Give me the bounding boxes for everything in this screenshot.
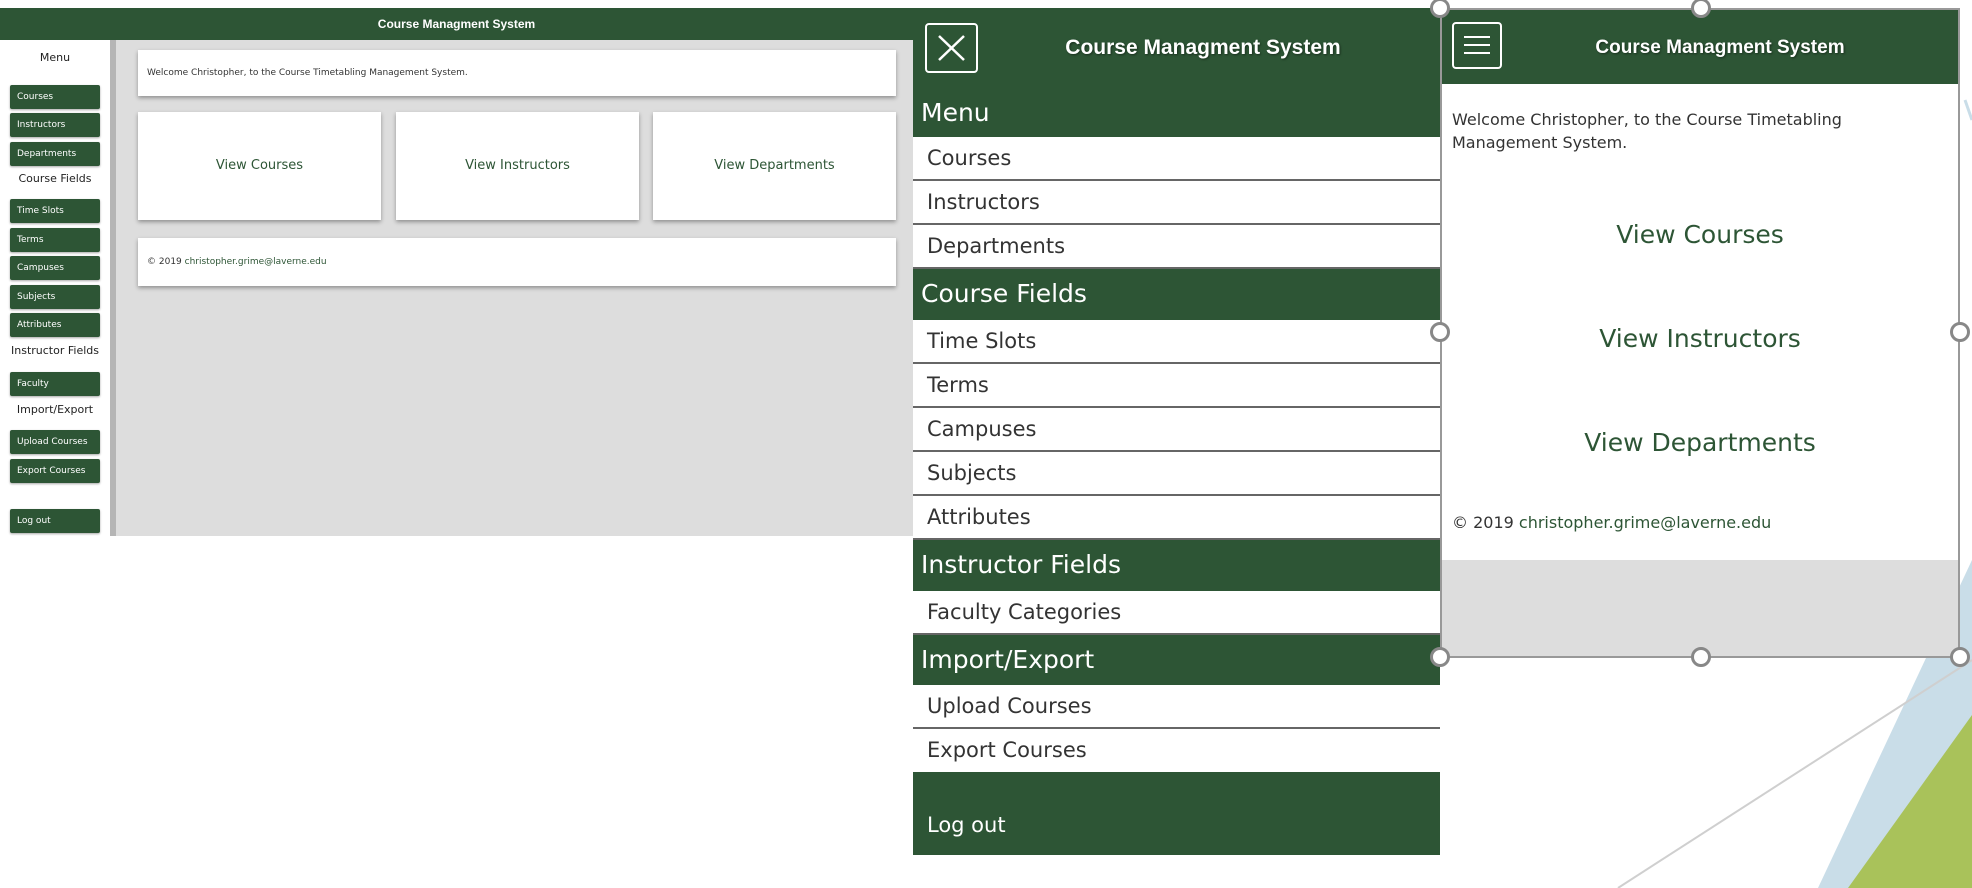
import-export-heading: Import/Export bbox=[921, 645, 1095, 674]
sidebar-item-subjects[interactable]: Subjects bbox=[10, 285, 100, 309]
sidebar-instructor-fields-heading: Instructor Fields bbox=[11, 344, 99, 357]
mobile-view-courses-link[interactable]: View Courses bbox=[1442, 220, 1958, 249]
menu-item-campuses[interactable]: Campuses bbox=[913, 408, 1440, 452]
resize-handle-middle-right[interactable] bbox=[1950, 322, 1970, 342]
desktop-view: Course Managment System Menu Courses Ins… bbox=[0, 8, 913, 536]
menu-item-departments[interactable]: Departments bbox=[913, 225, 1440, 269]
resize-handle-bottom-right[interactable] bbox=[1950, 647, 1970, 667]
view-instructors-card[interactable]: View Instructors bbox=[396, 112, 639, 220]
welcome-message: Welcome Christopher, to the Course Timet… bbox=[138, 50, 896, 96]
sidebar-item-terms[interactable]: Terms bbox=[10, 228, 100, 252]
mobile-view-instructors-link[interactable]: View Instructors bbox=[1442, 324, 1958, 353]
mobile-menu-header: Course Managment System Menu bbox=[913, 8, 1440, 137]
import-export-band: Import/Export bbox=[913, 635, 1440, 685]
menu-item-export-courses[interactable]: Export Courses bbox=[913, 729, 1440, 773]
copyright-text: © 2019 bbox=[147, 257, 182, 267]
edge-line-shape bbox=[1963, 99, 1972, 121]
menu-item-subjects[interactable]: Subjects bbox=[913, 452, 1440, 496]
mobile-footer: © 2019 christopher.grime@laverne.edu bbox=[1452, 513, 1771, 532]
menu-item-terms[interactable]: Terms bbox=[913, 364, 1440, 408]
resize-handle-middle-left[interactable] bbox=[1430, 322, 1450, 342]
sidebar-item-upload-courses[interactable]: Upload Courses bbox=[10, 430, 100, 454]
instructor-fields-heading: Instructor Fields bbox=[921, 550, 1121, 579]
menu-heading: Menu bbox=[921, 98, 990, 127]
mobile-view: Course Managment System Welcome Christop… bbox=[1440, 8, 1960, 658]
mobile-copyright-text: © 2019 bbox=[1452, 513, 1514, 532]
course-fields-band: Course Fields bbox=[913, 269, 1440, 320]
instructor-fields-band: Instructor Fields bbox=[913, 540, 1440, 591]
mobile-logout-button[interactable]: Log out bbox=[913, 772, 1440, 855]
menu-item-courses[interactable]: Courses bbox=[913, 137, 1440, 181]
mobile-footer-email-link[interactable]: christopher.grime@laverne.edu bbox=[1519, 513, 1771, 532]
menu-item-instructors[interactable]: Instructors bbox=[913, 181, 1440, 225]
sidebar-menu-heading: Menu bbox=[39, 51, 71, 64]
sidebar-item-time-slots[interactable]: Time Slots bbox=[10, 199, 100, 223]
sidebar-item-courses[interactable]: Courses bbox=[10, 85, 100, 109]
resize-handle-bottom-left[interactable] bbox=[1430, 647, 1450, 667]
hamburger-menu-icon bbox=[1464, 36, 1490, 38]
view-courses-card[interactable]: View Courses bbox=[138, 112, 381, 220]
close-icon bbox=[938, 35, 965, 61]
menu-item-upload-courses[interactable]: Upload Courses bbox=[913, 685, 1440, 729]
sidebar-item-departments[interactable]: Departments bbox=[10, 142, 100, 166]
mobile-view-title: Course Managment System bbox=[1595, 37, 1845, 58]
mobile-welcome-message: Welcome Christopher, to the Course Timet… bbox=[1452, 110, 1842, 152]
mobile-content: Welcome Christopher, to the Course Timet… bbox=[1442, 84, 1958, 560]
sidebar-course-fields-heading: Course Fields bbox=[18, 172, 92, 185]
resize-handle-bottom-center[interactable] bbox=[1691, 647, 1711, 667]
sidebar-item-campuses[interactable]: Campuses bbox=[10, 256, 100, 280]
sidebar-scrollbar[interactable] bbox=[110, 40, 116, 536]
sidebar-import-export-heading: Import/Export bbox=[16, 403, 94, 416]
footer: © 2019 christopher.grime@laverne.edu bbox=[138, 238, 896, 286]
mobile-view-departments-link[interactable]: View Departments bbox=[1442, 428, 1958, 457]
sidebar-item-export-courses[interactable]: Export Courses bbox=[10, 459, 100, 483]
close-menu-button[interactable] bbox=[925, 23, 978, 73]
mobile-menu-panel: Course Managment System Menu Courses Ins… bbox=[913, 0, 1440, 855]
menu-item-faculty-categories[interactable]: Faculty Categories bbox=[913, 591, 1440, 635]
app-header: Course Managment System bbox=[0, 8, 913, 40]
footer-email-link[interactable]: christopher.grime@laverne.edu bbox=[185, 257, 327, 267]
view-departments-card[interactable]: View Departments bbox=[653, 112, 896, 220]
app-title: Course Managment System bbox=[377, 17, 536, 31]
course-fields-heading: Course Fields bbox=[921, 279, 1087, 308]
mobile-app-title: Course Managment System bbox=[1065, 36, 1341, 59]
sidebar: Menu Courses Instructors Departments Cou… bbox=[0, 40, 110, 536]
mobile-header: Course Managment System bbox=[1442, 10, 1958, 84]
sidebar-item-instructors[interactable]: Instructors bbox=[10, 113, 100, 137]
menu-toggle-button[interactable] bbox=[1452, 22, 1502, 69]
sidebar-item-faculty-categories[interactable]: Faculty Categories bbox=[10, 372, 100, 413]
menu-item-attributes[interactable]: Attributes bbox=[913, 496, 1440, 540]
logout-button[interactable]: Log out bbox=[10, 509, 100, 533]
sidebar-item-attributes[interactable]: Attributes bbox=[10, 313, 100, 337]
menu-item-time-slots[interactable]: Time Slots bbox=[913, 320, 1440, 364]
